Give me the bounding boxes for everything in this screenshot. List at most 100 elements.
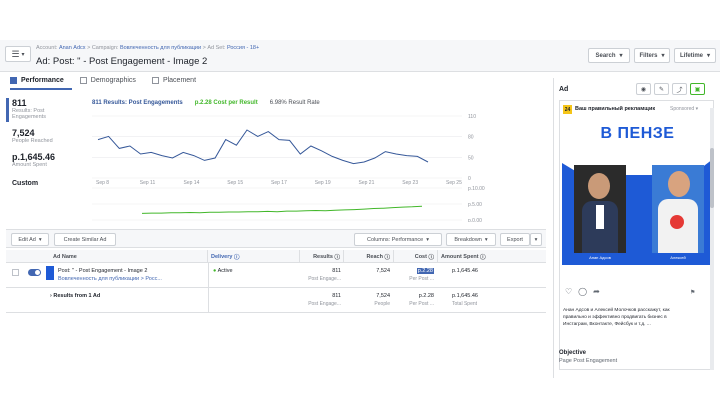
speaker-caption-right: Алексей: [670, 255, 686, 260]
breadcrumb-campaign-link[interactable]: Вовлеченность для публикации: [120, 45, 201, 51]
list-icon: ☰: [11, 48, 20, 59]
chevron-down-icon: ▾: [426, 236, 429, 243]
lifetime-button[interactable]: Lifetime ▾: [674, 48, 716, 63]
header-reach-label: Reach: [366, 253, 383, 260]
speaker-caption-left: Aнан Адсов: [589, 255, 611, 260]
column-header-delivery[interactable]: Delivery ⓘ: [208, 250, 300, 263]
preview-scroll-thumb[interactable]: [710, 148, 714, 208]
header-cost-label: Cost: [414, 253, 427, 260]
x-tick-label: Sep 8: [96, 180, 109, 186]
page-avatar: 24: [563, 105, 572, 114]
metric-results-value: 811: [12, 98, 27, 108]
breadcrumb-account-link[interactable]: Аnаn Аdсх: [59, 45, 86, 51]
y-tick-label: 50: [468, 155, 474, 161]
export-label: Export: [507, 236, 523, 243]
tab-bar: Performance Demographics Placement: [6, 73, 546, 88]
legend-cost[interactable]: р.2.28 Cost per Result: [195, 100, 258, 106]
lifetime-label: Lifetime: [679, 52, 703, 59]
chevron-down-icon: ▾: [484, 236, 488, 243]
search-button[interactable]: Search ▾: [588, 48, 630, 63]
breadcrumb: Account: Аnаn Аdсх > Campaign: Вовлеченн…: [36, 45, 259, 51]
save-icon[interactable]: ⚑: [690, 289, 695, 296]
column-header-amount-spent[interactable]: Amount Spent ⓘ: [438, 250, 546, 263]
x-tick-label: Sep 17: [271, 180, 287, 186]
breakdown-button[interactable]: Breakdown ▾: [446, 233, 496, 246]
metric-spent-value: р.1,645.46: [12, 152, 56, 162]
column-header-ad-name[interactable]: Ad Name: [50, 250, 208, 263]
performance-chart-area: 811 Results: Post Engagements 7,524 Peop…: [6, 92, 546, 224]
total-amount-spent: р.1,645.46: [452, 293, 478, 299]
total-results: 811: [332, 293, 341, 299]
export-menu-button[interactable]: ▾: [530, 233, 542, 246]
row-checkbox[interactable]: [12, 269, 19, 276]
chevron-right-icon: ›: [50, 293, 52, 299]
like-icon[interactable]: ♡: [565, 287, 572, 296]
row-amount-spent: р.1,645.46: [452, 268, 478, 274]
metric-results[interactable]: 811 Results: Post Engagements: [12, 98, 46, 120]
series-results-line: [97, 129, 429, 165]
preview-title: Ad: [559, 86, 569, 93]
share-icon[interactable]: ⤴: [672, 83, 687, 95]
row-cost-value: р.2.28: [416, 268, 434, 274]
breadcrumb-adset-link[interactable]: Россия - 18+: [227, 45, 259, 51]
active-tab-indicator: [10, 88, 72, 90]
chevron-down-icon: ▾: [619, 53, 623, 59]
chevron-down-icon: ▾: [661, 53, 665, 59]
ads-table: Ad Name Delivery ⓘ Results ⓘ Reach ⓘ Cos…: [6, 250, 546, 320]
breadcrumb-campaign-label: Campaign:: [91, 45, 119, 51]
tab-performance[interactable]: Performance: [10, 77, 64, 84]
column-header-cost[interactable]: Cost ⓘ: [394, 250, 438, 263]
total-label[interactable]: › Results from 1 Ad: [50, 293, 100, 299]
metric-custom[interactable]: Custom: [12, 180, 38, 187]
chevron-down-icon: ▾: [534, 236, 538, 243]
ad-name-subline[interactable]: Вовлеченность для публикации > Росс...: [58, 276, 162, 282]
chart-legend: 811 Results: Post Engagements р.2.28 Cos…: [92, 100, 320, 106]
view-icon[interactable]: ◉: [636, 83, 651, 95]
y-tick-label: р.0.00: [468, 218, 482, 222]
row-results-sub: Post Engage...: [308, 276, 341, 282]
create-similar-ad-button[interactable]: Create Similar Ad: [54, 233, 116, 246]
metric-reach[interactable]: 7,524 People Reached: [12, 128, 53, 144]
delivery-label: Active: [217, 268, 233, 274]
speaker-photo-left: [574, 165, 626, 253]
total-results-sub: Post Engage...: [308, 301, 341, 307]
filters-button[interactable]: Filters ▾: [634, 48, 670, 63]
tab-demographics[interactable]: Demographics: [79, 77, 136, 84]
x-tick-label: Sep 21: [359, 180, 375, 186]
legend-results[interactable]: 811 Results: Post Engagements: [92, 100, 183, 106]
preview-options-icon[interactable]: ▣: [690, 83, 705, 95]
chevron-down-icon: ▾: [695, 106, 699, 112]
delivery-status: ● Active: [213, 268, 233, 274]
edit-ad-button[interactable]: Edit Ad ▾: [11, 233, 49, 246]
tab-placement[interactable]: Placement: [151, 77, 196, 84]
metric-spent[interactable]: р.1,645.46 Amount Spent: [12, 152, 55, 168]
placement-icon: [151, 77, 159, 84]
ad-preview-panel: Ad ◉ ✎ ⤴ ▣ 24 Ваш правильный рекламщик S…: [553, 78, 718, 378]
performance-chart: 110 80 50 0 Sep 8 Sep 11 Sep 14 Sep 15 Sep 17 Sep…: [92, 114, 485, 222]
row-divider: [6, 312, 546, 313]
x-tick-label: Sep 15: [227, 180, 243, 186]
ad-on-off-toggle[interactable]: [28, 269, 41, 276]
legend-rate[interactable]: 6.98% Result Rate: [270, 100, 320, 106]
speaker-photo-right: [652, 165, 704, 253]
share-arrow-icon[interactable]: ➦: [593, 287, 600, 296]
column-header-results[interactable]: Results ⓘ: [300, 250, 344, 263]
total-cost: р.2.28: [418, 293, 434, 299]
objective-value: Page Post Engagement: [559, 358, 618, 364]
y-tick-label: 80: [468, 135, 474, 141]
edit-icon[interactable]: ✎: [654, 83, 669, 95]
x-tick-label: Sep 23: [402, 180, 418, 186]
export-button[interactable]: Export: [500, 233, 530, 246]
column-header-reach[interactable]: Reach ⓘ: [344, 250, 394, 263]
total-label-text: Results from 1 Ad: [53, 293, 101, 299]
info-icon: ⓘ: [233, 254, 240, 261]
table-row[interactable]: Post: " - Post Engagement - Image 2 Вовл…: [6, 263, 546, 287]
ad-menu-button[interactable]: ☰ ▾: [5, 46, 31, 62]
header-results-label: Results: [313, 253, 333, 260]
columns-button[interactable]: Columns: Performance ▾: [354, 233, 442, 246]
ad-name[interactable]: Post: " - Post Engagement - Image 2: [58, 268, 147, 274]
post-text-line: Aнан Адсов и Алексей Молочков расскажут,…: [563, 308, 670, 313]
filters-label: Filters: [639, 52, 658, 59]
comment-icon[interactable]: ◯: [578, 287, 587, 296]
total-reach-sub: People: [374, 301, 390, 307]
